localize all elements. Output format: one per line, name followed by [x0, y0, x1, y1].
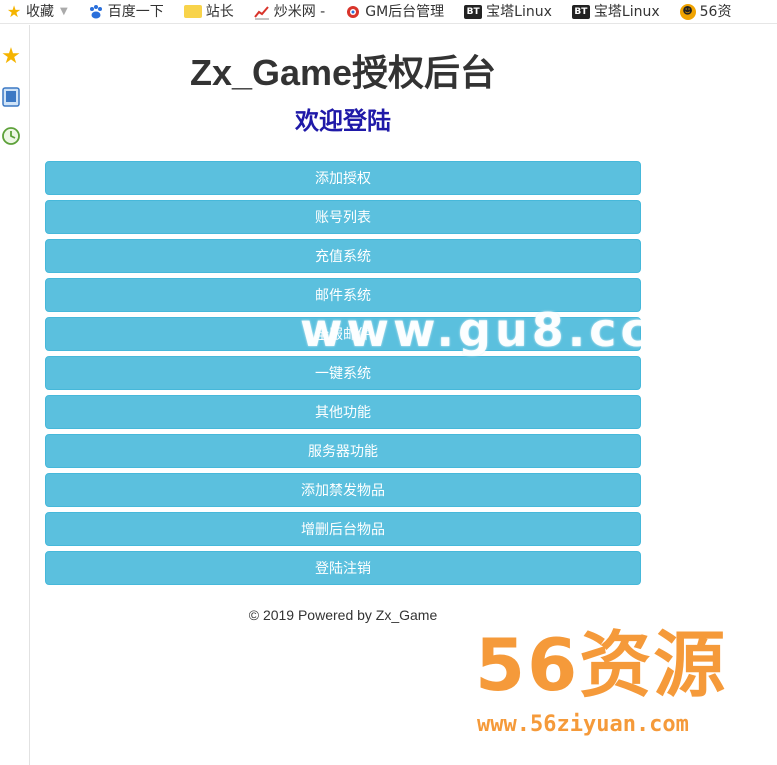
bookmark-label: 宝塔Linux [486, 3, 552, 20]
server-wide-mail-button[interactable]: 全服邮件 [45, 317, 641, 351]
bookmark-favorites[interactable]: ★ 收藏 ▼ [6, 0, 68, 23]
bookmark-label: 宝塔Linux [593, 3, 660, 20]
page-footer: © 2019 Powered by Zx_Game [248, 607, 438, 623]
bookmark-56ziyuan[interactable]: ☻ 56资 [679, 0, 732, 23]
smiley-icon: ☻ [679, 3, 696, 20]
bookmark-gm-admin[interactable]: GM后台管理 [345, 0, 445, 23]
chevron-down-icon[interactable]: ▼ [60, 6, 68, 17]
recharge-system-button[interactable]: 充值系统 [45, 239, 641, 273]
trend-chart-icon [253, 4, 270, 20]
bookmark-baidu[interactable]: 百度一下 [88, 0, 164, 23]
bt-icon: BT [571, 4, 590, 19]
bookmark-bt-linux-1[interactable]: BT 宝塔Linux [464, 0, 552, 23]
page-title: Zx_Game授权后台 [189, 52, 497, 93]
bookmark-label: 56资 [699, 3, 732, 20]
bookmark-label: 站长 [205, 3, 234, 20]
add-banned-items-button[interactable]: 添加禁发物品 [45, 473, 641, 507]
browser-sidebar: ★ [0, 25, 30, 765]
star-icon: ★ [6, 2, 22, 21]
account-list-button[interactable]: 账号列表 [45, 200, 641, 234]
gm-logo-icon [345, 4, 361, 20]
mail-system-button[interactable]: 邮件系统 [45, 278, 641, 312]
bookmarks-bar: ★ 收藏 ▼ 百度一下 站长 炒米网 - GM后台管理 BT 宝塔Linux B… [0, 0, 777, 24]
bookmark-zhanzhang[interactable]: 站长 [183, 0, 234, 23]
tablet-icon[interactable] [0, 86, 22, 108]
manage-backend-items-button[interactable]: 增删后台物品 [45, 512, 641, 546]
logout-button[interactable]: 登陆注销 [45, 551, 641, 585]
page-subtitle: 欢迎登陆 [295, 108, 391, 135]
bookmark-label: GM后台管理 [365, 3, 445, 20]
folder-icon [183, 5, 202, 18]
add-license-button[interactable]: 添加授权 [45, 161, 641, 195]
server-functions-button[interactable]: 服务器功能 [45, 434, 641, 468]
bookmark-bt-linux-2[interactable]: BT 宝塔Linux [571, 0, 660, 23]
watermark-logo-text: 56资源 [475, 623, 728, 707]
watermark-logo-url: www.56ziyuan.com [477, 712, 689, 737]
watermark-logo: 56资源 www.56ziyuan.com [475, 620, 777, 765]
history-clock-icon[interactable] [0, 125, 22, 147]
favorites-star-icon[interactable]: ★ [0, 44, 22, 69]
bt-icon: BT [464, 4, 483, 19]
bookmark-chaomi[interactable]: 炒米网 - [253, 0, 326, 23]
one-click-system-button[interactable]: 一键系统 [45, 356, 641, 390]
bookmark-label: 百度一下 [107, 3, 164, 20]
bookmark-label: 炒米网 - [273, 3, 326, 20]
baidu-paw-icon [88, 4, 104, 20]
other-functions-button[interactable]: 其他功能 [45, 395, 641, 429]
bookmark-label: 收藏 [26, 3, 54, 20]
admin-menu: 添加授权 账号列表 充值系统 邮件系统 全服邮件 一键系统 其他功能 服务器功能… [45, 161, 641, 590]
